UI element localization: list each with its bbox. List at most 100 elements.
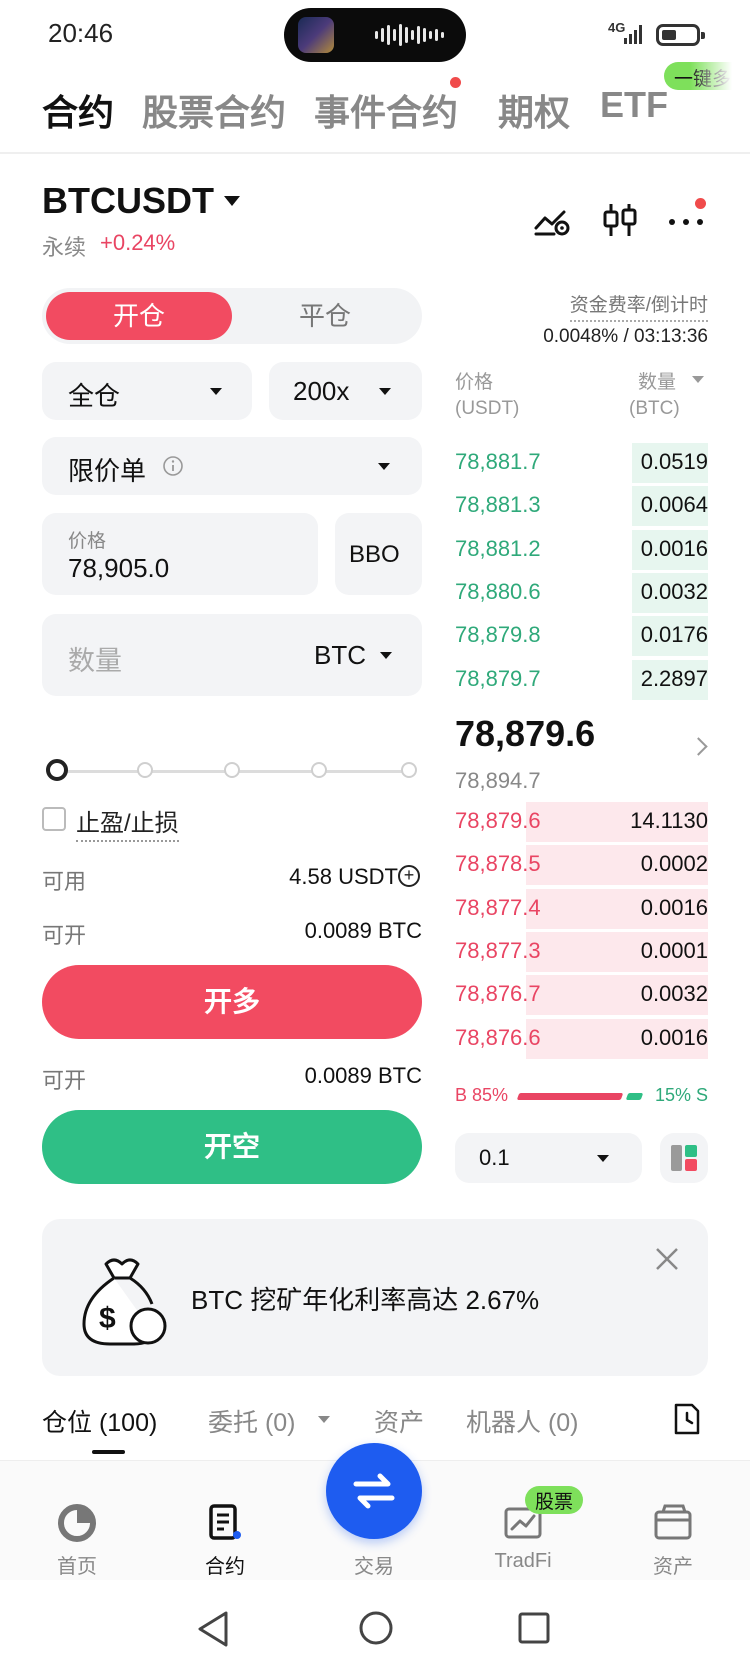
row-quantity: 0.0064	[640, 492, 708, 518]
orderbook-layout-button[interactable]	[660, 1133, 708, 1183]
nav-home-label[interactable]: 首页	[17, 1550, 137, 1579]
trade-swap-button[interactable]	[326, 1443, 422, 1539]
nav-contract-label[interactable]: 合约	[165, 1550, 285, 1579]
tab-etf[interactable]: ETF	[600, 84, 668, 126]
bid-row[interactable]: 78,877.3 0.0001	[455, 931, 708, 972]
nav-assets-label[interactable]: 资产	[613, 1550, 733, 1579]
order-type-select[interactable]: 限价单	[42, 437, 422, 495]
ask-row[interactable]: 78,881.7 0.0519	[455, 443, 708, 483]
orderbook-qty-header[interactable]: 数量	[638, 367, 676, 394]
bid-row[interactable]: 78,879.6 14.1130	[455, 802, 708, 842]
mark-price: 78,894.7	[455, 768, 541, 793]
open-long-button[interactable]: 开多	[42, 965, 422, 1039]
pair-dropdown-icon[interactable]	[224, 196, 240, 206]
battery-icon	[656, 24, 705, 46]
quantity-input[interactable]: 数量 BTC	[42, 614, 422, 696]
chevron-right-icon[interactable]	[689, 737, 708, 756]
bid-row[interactable]: 78,877.4 0.0016	[455, 888, 708, 929]
can-open-long-label: 可开	[42, 923, 87, 948]
leverage-value: 200x	[293, 376, 350, 406]
contract-icon[interactable]	[205, 1502, 245, 1542]
last-price[interactable]: 78,879.6	[455, 713, 595, 755]
tab-contract[interactable]: 合约	[42, 84, 114, 136]
row-quantity: 0.0016	[640, 535, 708, 561]
chevron-down-icon	[380, 652, 392, 659]
status-time: 20:46	[48, 18, 114, 48]
dynamic-island[interactable]	[284, 8, 466, 62]
qty-unit-dropdown-icon[interactable]	[692, 376, 704, 383]
open-position-tab[interactable]: 开仓	[46, 292, 232, 340]
info-icon[interactable]	[162, 455, 184, 477]
chevron-down-icon	[210, 388, 222, 395]
sell-ratio-bar	[625, 1093, 644, 1100]
row-price: 78,881.3	[455, 492, 541, 518]
ask-row[interactable]: 78,879.8 0.0176	[455, 616, 708, 657]
media-thumbnail	[298, 17, 334, 53]
bid-row[interactable]: 78,876.7 0.0032	[455, 975, 708, 1016]
row-quantity: 2.2897	[640, 665, 708, 691]
tab-assets[interactable]: 资产	[374, 1403, 424, 1439]
margin-mode-value: 全仓	[68, 381, 121, 411]
add-funds-icon[interactable]: +	[398, 865, 420, 887]
row-price: 78,879.7	[455, 665, 541, 691]
row-price: 78,878.5	[455, 851, 541, 877]
bbo-button[interactable]: BBO	[335, 513, 422, 595]
price-step-select[interactable]: 0.1	[455, 1133, 642, 1183]
row-price: 78,881.2	[455, 535, 541, 561]
tab-orders[interactable]: 委托 (0)	[208, 1403, 296, 1439]
leverage-select[interactable]: 200x	[269, 362, 422, 420]
nav-tradfi-label[interactable]: TradFi	[463, 1550, 583, 1573]
slider-step-75[interactable]	[311, 762, 327, 778]
contract-type: 永续	[42, 235, 87, 260]
back-icon[interactable]	[196, 1610, 230, 1648]
recents-icon[interactable]	[518, 1612, 550, 1644]
tab-event-contract[interactable]: 事件合约	[314, 84, 458, 136]
candlestick-chart-icon[interactable]	[600, 200, 640, 240]
price-input[interactable]: 价格 78,905.0	[42, 513, 318, 595]
home-icon[interactable]	[57, 1502, 97, 1542]
slider-step-100[interactable]	[401, 762, 417, 778]
chevron-down-icon	[597, 1155, 609, 1162]
layout-icon	[671, 1145, 697, 1171]
ask-row[interactable]: 78,881.3 0.0064	[455, 486, 708, 527]
margin-mode-select[interactable]: 全仓	[42, 362, 252, 420]
history-icon[interactable]	[672, 1402, 702, 1436]
home-button-icon[interactable]	[358, 1610, 394, 1646]
row-quantity: 0.0176	[640, 622, 708, 648]
ask-row[interactable]: 78,879.7 2.2897	[455, 659, 708, 700]
tpsl-label[interactable]: 止盈/止损	[76, 803, 179, 842]
bid-row[interactable]: 78,878.5 0.0002	[455, 845, 708, 886]
nav-trade-label[interactable]: 交易	[314, 1550, 434, 1579]
orders-dropdown-icon[interactable]	[318, 1416, 330, 1423]
tab-stock-contract[interactable]: 股票合约	[142, 84, 286, 136]
row-quantity: 0.0001	[640, 937, 708, 963]
tab-bots[interactable]: 机器人 (0)	[466, 1403, 579, 1439]
price-value[interactable]: 78,905.0	[68, 553, 169, 584]
slider-step-50[interactable]	[224, 762, 240, 778]
pair-symbol[interactable]: BTCUSDT	[42, 180, 214, 222]
wallet-icon[interactable]	[653, 1502, 693, 1542]
slider-step-25[interactable]	[137, 762, 153, 778]
quantity-slider-knob[interactable]	[46, 759, 68, 781]
tab-options[interactable]: 期权	[498, 84, 570, 136]
active-tab-indicator	[92, 1450, 125, 1454]
price-alert-icon[interactable]	[532, 200, 572, 240]
chevron-down-icon	[379, 388, 391, 395]
banner-text[interactable]: BTC 挖矿年化利率高达 2.67%	[191, 1280, 539, 1317]
buy-ratio-bar	[516, 1093, 624, 1100]
quantity-unit-select[interactable]: BTC	[314, 640, 366, 671]
orderbook-price-header: 价格	[455, 372, 494, 393]
tpsl-checkbox[interactable]	[42, 807, 66, 831]
row-quantity: 0.0032	[640, 578, 708, 604]
row-price: 78,880.6	[455, 578, 541, 604]
ask-row[interactable]: 78,881.2 0.0016	[455, 529, 708, 570]
close-icon[interactable]	[654, 1246, 680, 1272]
funding-rate-label[interactable]: 资金费率/倒计时	[569, 290, 708, 322]
tab-positions[interactable]: 仓位 (100)	[42, 1403, 157, 1439]
open-short-button[interactable]: 开空	[42, 1110, 422, 1184]
funding-rate-value: 0.0048% / 03:13:36	[543, 326, 708, 347]
bid-row[interactable]: 78,876.6 0.0016	[455, 1018, 708, 1059]
ask-row[interactable]: 78,880.6 0.0032	[455, 572, 708, 613]
bbo-label: BBO	[349, 541, 400, 568]
close-position-tab[interactable]: 平仓	[232, 292, 418, 340]
